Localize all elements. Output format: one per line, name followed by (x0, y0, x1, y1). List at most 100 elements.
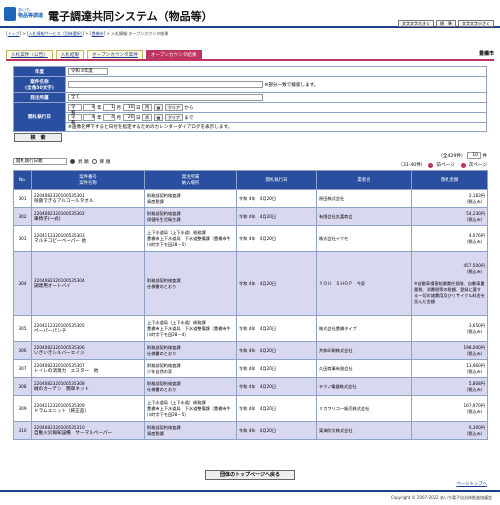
result-total: （全429件） (438, 154, 466, 159)
row-subject: 2204112320100535305 ペーパーパンチ (31, 315, 145, 342)
sort-select[interactable]: 開札執行日順 (13, 158, 67, 165)
font-large-button[interactable]: 文字文字大きく (398, 20, 434, 27)
department-select[interactable]: 全て (68, 94, 263, 101)
row-amount-cell: 457,500円 （税込み） ※自動車損害賠償責任保険、自動車重量税、消費税等の税額… (411, 251, 488, 316)
row-vendor: 共和印刷株式会社 (316, 341, 412, 360)
row-vendor: テクノ電器株式会社 (316, 377, 412, 396)
breadcrumb-city[interactable]: 豊橋市 (92, 31, 104, 36)
row-subject: 2204082320100535301 除菌できるアルコールタオル (31, 189, 145, 208)
row-tax: （税込み） (464, 238, 485, 244)
back-to-org-top-button[interactable]: 団体のトップページへ戻る (205, 470, 295, 480)
row-name-link[interactable]: いきいきシルバーエイジ (34, 350, 142, 356)
row-subject: 2204082320100535306 いきいきシルバーエイジ (31, 341, 145, 360)
sort-asc-radio[interactable] (70, 159, 75, 164)
row-dept: 財務部契約検査課 仕様書のとおり (144, 251, 237, 316)
row-amount-cell: 4,076円 （税込み） (411, 225, 488, 252)
col-date: 開札執行日 (236, 170, 317, 190)
row-no: 304 (13, 251, 32, 316)
row-place: 仕様書のとおり (147, 386, 177, 392)
subject-label: 案件名称 (全角50文字) (13, 76, 66, 93)
row-name-link[interactable]: マルチコピーペーパー 他 (34, 238, 142, 244)
row-dept: 財務部契約検査課 資産税課 (144, 189, 237, 208)
row-tax: （税込み） (464, 268, 485, 274)
col-dept-place: 発注所属 納入場所 (144, 170, 237, 190)
row-name-link[interactable]: 調達用オートバイ (34, 283, 142, 289)
row-place: 保健所生活衛生課 (147, 216, 181, 222)
row-vendor: ＹＯＵ ＳＨＯＰ 今泉 (316, 251, 412, 316)
subject-input[interactable] (68, 81, 263, 88)
row-name-link[interactable]: ペーパーパンチ (34, 328, 142, 334)
from-year-input[interactable]: 4 (83, 104, 96, 111)
from-clear-button[interactable]: クリア (164, 104, 183, 111)
row-date: 令和 4年 4月20日 (236, 251, 317, 316)
row-place: 豊橋市上下水道局 下水道整備課（豊橋市牛川町字下モ田28－5） (147, 405, 231, 417)
aichi-logo[interactable]: あいち 物品等調達 (4, 7, 44, 23)
sort-desc-radio[interactable] (91, 159, 97, 164)
result-range: （31-40件） (398, 163, 426, 168)
from-month-input[interactable]: 1 (103, 104, 116, 111)
row-name-link[interactable]: トイレの消臭力 エスター 他 (34, 368, 142, 374)
row-vendor: 有限会社丸富商会 (316, 207, 412, 226)
table-row: 307 2204082320100535307 トイレの消臭力 エスター 他財務部契… (13, 359, 488, 378)
row-no: 301 (13, 189, 32, 208)
row-name-link[interactable]: 緑のカーテン 簡単ネット (34, 386, 142, 392)
page-top-link[interactable]: ページトップへ (456, 481, 487, 487)
row-tax: （税込み） (464, 408, 485, 414)
row-subject: 2204112320100535303 マルチコピーペーパー 他 (31, 225, 145, 252)
per-page-select[interactable]: 10 (466, 152, 481, 159)
row-subject: 2204082320100535304 調達用オートバイ (31, 251, 145, 316)
row-tax: （税込み） (464, 198, 485, 204)
date-note: ※画像を押下すると日付を指定するためのカレンダーダイアログを表示します。 (65, 122, 487, 132)
to-calendar-button[interactable]: ▦ (153, 114, 164, 121)
row-dept: 財務部契約検査課 仕様書のとおり (144, 341, 237, 360)
row-no: 309 (13, 395, 32, 422)
tab-open-counter[interactable]: オープンカウンタ案件 (87, 50, 143, 59)
row-name-link[interactable]: 自動火災報知設備 サーマルペーパー (34, 430, 142, 436)
from-era-select[interactable]: 令和 (68, 104, 82, 116)
font-small-button[interactable]: 文字文字小さく (458, 20, 494, 27)
to-era-select[interactable]: 令和 (68, 114, 82, 126)
from-day-input[interactable]: 10 (122, 104, 135, 111)
col-no: No. (13, 170, 32, 190)
sort-asc-label: 昇 順 (78, 159, 89, 165)
row-date: 令和 4年 4月20日 (236, 421, 317, 440)
col-number-name: 案件番号 案件名称 (31, 170, 145, 190)
row-subject: 2204082320100535308 緑のカーテン 簡単ネット (31, 377, 145, 396)
prev-page-link[interactable]: 前ページ (436, 162, 454, 168)
row-vendor: ミカワリコー販売株式会社 (316, 395, 412, 422)
breadcrumb: [トップ] > [入札情報サービス（団体選択）] > [豊橋市] > 入札情報-… (6, 31, 169, 36)
tab-bid-results[interactable]: 入札結果 (55, 50, 85, 59)
row-date: 令和 4年 4月20日 (236, 377, 317, 396)
to-month-input[interactable]: 4 (103, 114, 116, 121)
logo-mark-icon (4, 7, 16, 21)
year-select[interactable]: 令和 4年度 (68, 68, 108, 75)
to-year-input[interactable]: 4 (83, 114, 96, 121)
row-amount-cell: 3,650円 （税込み） (411, 315, 488, 342)
row-vendor: 株式会社豊橋タイプ (316, 315, 412, 342)
to-clear-button[interactable]: クリア (164, 114, 183, 121)
row-place: 仕様書のとおり (147, 350, 177, 356)
table-row: 301 2204082320100535301 除菌できるアルコールタオル 財務部契約… (13, 189, 488, 208)
row-dept: 財務部契約検査課 保健所生活衛生課 (144, 207, 237, 226)
tab-open-counter-results[interactable]: オープンカウンタ結果 (145, 50, 202, 59)
to-day-input[interactable]: 20 (122, 114, 135, 121)
row-name-link[interactable]: 車椅子(一式) (34, 216, 142, 222)
next-arrow-icon[interactable] (460, 162, 466, 168)
font-standard-button[interactable]: 標 準 (436, 20, 456, 27)
prev-arrow-icon[interactable] (428, 162, 434, 168)
department-label: 発注所属 (13, 92, 66, 103)
breadcrumb-top[interactable]: トップ (8, 31, 20, 36)
table-row: 310 2204082320100535310 自動火災報知設備 サーマルペーパー財… (13, 421, 488, 440)
subject-note: ※部分一致で検索します。 (264, 83, 319, 88)
tab-bid-announcement[interactable]: 入札案件（公告） (6, 50, 53, 59)
row-name-link[interactable]: 除菌できるアルコールタオル (34, 198, 142, 204)
from-calendar-button[interactable]: ▦ (153, 104, 164, 111)
row-date: 令和 4年 4月20日 (236, 395, 317, 422)
city-name: 豊橋市 (478, 51, 494, 57)
row-dept: 財務部契約検査課 仕様書のとおり (144, 377, 237, 396)
breadcrumb-service[interactable]: 入札情報サービス（団体選択） (29, 31, 83, 36)
row-subject: 2204112320100535309 ドラムユニット（純正品） (31, 395, 145, 422)
search-button[interactable]: 検 索 (14, 133, 62, 142)
next-page-link[interactable]: 次ページ (469, 162, 487, 168)
row-name-link[interactable]: ドラムユニット（純正品） (34, 408, 142, 414)
